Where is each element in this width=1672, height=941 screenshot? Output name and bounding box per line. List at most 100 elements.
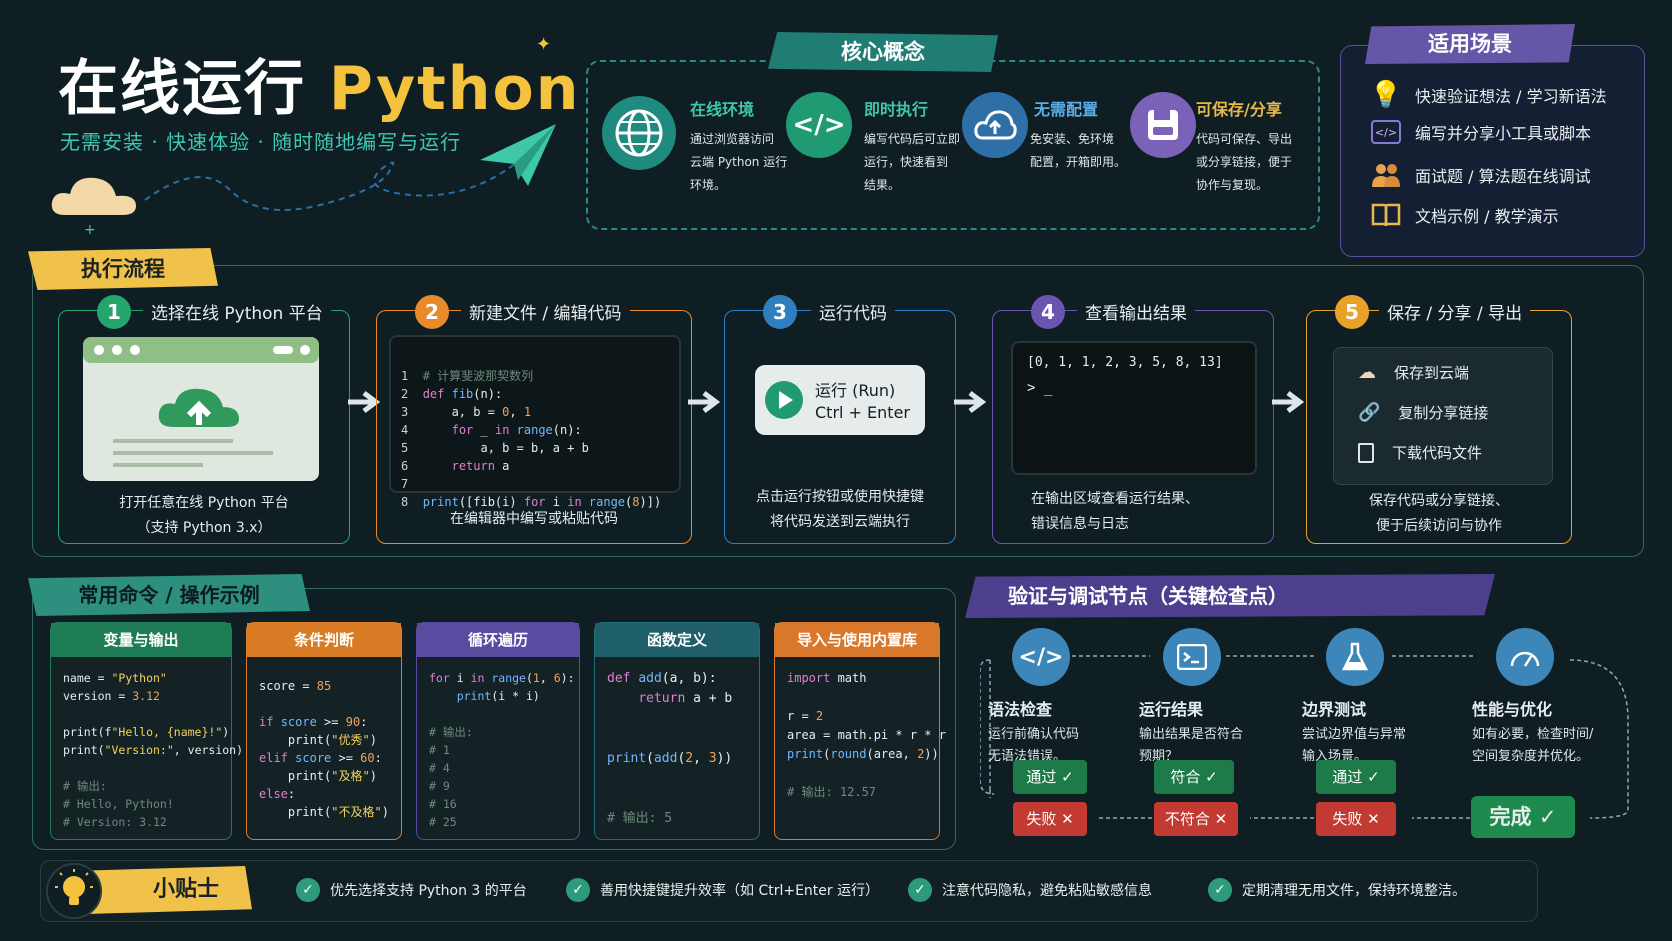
- sparkle-icon: +: [84, 222, 96, 238]
- step-desc: 在输出区域查看运行结果、 错误信息与日志: [1031, 491, 1199, 532]
- check-icon: ✓: [566, 878, 590, 902]
- tip-item: ✓ 善用快捷键提升效率（如 Ctrl+Enter 运行）: [566, 878, 879, 902]
- card-code: for i in range(1, 6): print(i * i) # 输出:…: [429, 671, 575, 829]
- step-title: 查看输出结果: [1077, 299, 1195, 324]
- cloud-upload-icon: [962, 92, 1028, 158]
- step-title: 新建文件 / 编辑代码: [461, 299, 630, 324]
- flow-step-2: 2 新建文件 / 编辑代码 1 # 计算斐波那契数列 2 def fib(n):…: [376, 295, 692, 544]
- code-icon: </>: [786, 92, 852, 158]
- command-card-variables: 变量与输出 name = "Python" version = 3.12 pri…: [50, 622, 244, 840]
- page-title: 在线运行 Python: [58, 40, 580, 127]
- step-number: 1: [97, 295, 131, 329]
- check-icon: ✓: [296, 878, 320, 902]
- card-code: name = "Python" version = 3.12 print(f"H…: [63, 671, 244, 829]
- concepts-banner: 核心概念: [768, 32, 998, 72]
- concept-title: 在线环境: [690, 100, 755, 119]
- globe-icon: [602, 96, 676, 170]
- run-button[interactable]: 运行 (Run) Ctrl + Enter: [755, 365, 925, 435]
- verify-node-performance: 性能与优化 如有必要，检查时间/空间复杂度并优化。: [1472, 628, 1622, 768]
- fail-badge: 失败 ✕: [1013, 802, 1087, 836]
- console-prompt: > _: [1027, 380, 1053, 396]
- tips-banner: 小贴士: [80, 866, 252, 914]
- terminal-icon: [1163, 628, 1221, 686]
- book-icon: [1371, 200, 1401, 230]
- file-icon: [1358, 442, 1374, 463]
- people-icon: [1371, 160, 1401, 190]
- lightbulb-icon: [46, 863, 102, 919]
- gauge-icon: [1496, 628, 1554, 686]
- tip-item: ✓ 注意代码隐私，避免粘贴敏感信息: [908, 878, 1152, 902]
- step-number: 2: [415, 295, 449, 329]
- scenario-item: 面试题 / 算法题在线调试: [1371, 160, 1591, 190]
- fail-badge: 不符合 ✕: [1154, 802, 1238, 836]
- command-card-loops: 循环遍历 for i in range(1, 6): print(i * i) …: [416, 622, 580, 840]
- fail-badge: 失败 ✕: [1316, 802, 1396, 836]
- card-code: def add(a, b): return a + b print(add(2,…: [607, 671, 733, 826]
- step-desc: 打开任意在线 Python 平台 （支持 Python 3.x）: [119, 495, 289, 536]
- card-code: score = 85 if score >= 90: print("优秀") e…: [259, 679, 389, 819]
- scenario-item: </> 编写并分享小工具或脚本: [1371, 120, 1591, 144]
- concept-desc: 免安装、免环境 配置，开箱即用。: [1030, 132, 1127, 169]
- step-number: 5: [1335, 295, 1369, 329]
- save-icon: [1130, 92, 1196, 158]
- arrow-right-icon: [1272, 391, 1305, 413]
- title-python: Python: [328, 54, 581, 124]
- step-desc: 点击运行按钮或使用快捷键 将代码发送到云端执行: [756, 489, 924, 530]
- flow-step-5: 5 保存 / 分享 / 导出 ☁ 保存到云端 🔗 复制分享链接 下载代码文件 保存代…: [1306, 295, 1572, 544]
- scenario-item: 文档示例 / 教学演示: [1371, 200, 1559, 230]
- cloud-save-icon: ☁: [1358, 362, 1376, 383]
- browser-upload-illustration: [83, 337, 319, 481]
- lightbulb-icon: 💡: [1369, 80, 1403, 110]
- concept-desc: 代码可保存、导出 或分享链接，便于 协作与复现。: [1196, 132, 1293, 192]
- title-cn: 在线运行: [58, 54, 306, 124]
- step-desc: 保存代码或分享链接、 便于后续访问与协作: [1369, 493, 1509, 534]
- play-icon: [765, 381, 803, 419]
- arrow-right-icon: [688, 391, 721, 413]
- commands-banner: 常用命令 / 操作示例: [28, 574, 310, 616]
- command-card-conditions: 条件判断 score = 85 if score >= 90: print("优…: [246, 622, 402, 840]
- save-actions-panel: ☁ 保存到云端 🔗 复制分享链接 下载代码文件: [1333, 347, 1553, 485]
- command-card-functions: 函数定义 def add(a, b): return a + b print(a…: [594, 622, 760, 840]
- step-desc: 在编辑器中编写或粘贴代码: [450, 511, 618, 527]
- tip-item: ✓ 优先选择支持 Python 3 的平台: [296, 878, 527, 902]
- flow-step-1: 1 选择在线 Python 平台 打开任意在线 Python 平台 （支持 Pyt…: [58, 295, 350, 544]
- concept-title: 无需配置: [1034, 100, 1099, 119]
- verify-node-result: 运行结果 输出结果是否符合 预期？: [1139, 628, 1289, 768]
- save-to-cloud-action[interactable]: ☁ 保存到云端: [1358, 362, 1469, 383]
- command-card-imports: 导入与使用内置库 import math r = 2 area = math.p…: [774, 622, 946, 840]
- flow-step-4: 4 查看输出结果 [0, 1, 1, 2, 3, 5, 8, 13] > _ 在…: [992, 295, 1274, 544]
- card-title: 函数定义: [595, 623, 759, 657]
- pass-badge: 符合 ✓: [1154, 760, 1234, 794]
- step-number: 3: [763, 295, 797, 329]
- sparkle-icon: ✦: [536, 34, 552, 55]
- verify-node-syntax: </> 语法检查 运行前确认代码 无语法错误。: [988, 628, 1138, 768]
- step-title: 运行代码: [811, 299, 895, 324]
- verify-banner: 验证与调试节点（关键检查点）: [965, 574, 1495, 618]
- flask-icon: [1326, 628, 1384, 686]
- pass-badge: 通过 ✓: [1316, 760, 1396, 794]
- verify-node-boundary: 边界测试 尝试边界值与异常 输入场景。: [1302, 628, 1452, 768]
- paper-plane-icon: [480, 124, 556, 186]
- node-title: 语法检查: [988, 700, 1053, 719]
- run-shortcut: Ctrl + Enter: [815, 403, 910, 422]
- code-lines: 1 # 计算斐波那契数列 2 def fib(n): 3 a, b = 0, 1…: [401, 369, 662, 509]
- cloud-icon: [51, 177, 136, 215]
- concept-desc: 通过浏览器访问 云端 Python 运行 环境。: [690, 132, 788, 192]
- arrow-right-icon: [954, 391, 987, 413]
- node-title: 运行结果: [1139, 700, 1204, 719]
- concept-title: 即时执行: [864, 100, 929, 119]
- run-label: 运行 (Run): [815, 381, 896, 400]
- tip-item: ✓ 定期清理无用文件，保持环境整洁。: [1208, 878, 1466, 902]
- scenarios-panel: 💡 快速验证想法 / 学习新语法 </> 编写并分享小工具或脚本 面试题 / 算法题…: [1340, 45, 1645, 257]
- scenario-item: 💡 快速验证想法 / 学习新语法: [1369, 80, 1607, 110]
- node-desc: 如有必要，检查时间/空间复杂度并优化。: [1472, 727, 1594, 764]
- flow-banner: 执行流程: [28, 248, 218, 290]
- output-console: [0, 1, 1, 2, 3, 5, 8, 13] > _: [1011, 341, 1257, 475]
- concept-desc: 编写代码后可立即 运行，快速看到 结果。: [864, 132, 961, 192]
- check-icon: ✓: [908, 878, 932, 902]
- copy-link-action[interactable]: 🔗 复制分享链接: [1358, 402, 1488, 423]
- step-number: 4: [1031, 295, 1065, 329]
- download-file-action[interactable]: 下载代码文件: [1358, 442, 1482, 463]
- card-title: 循环遍历: [417, 623, 579, 657]
- code-editor[interactable]: 1 # 计算斐波那契数列 2 def fib(n): 3 a, b = 0, 1…: [389, 335, 681, 509]
